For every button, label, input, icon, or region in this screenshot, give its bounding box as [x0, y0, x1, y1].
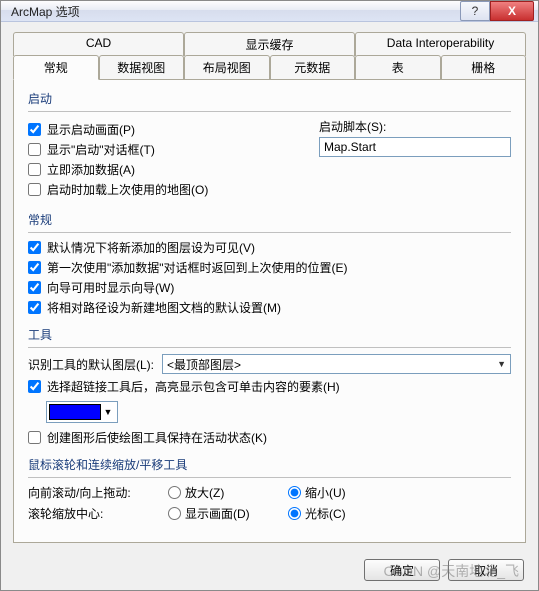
- input-startup-script[interactable]: [319, 137, 511, 157]
- help-icon: ?: [472, 4, 479, 18]
- tab-data-view[interactable]: 数据视图: [99, 55, 185, 80]
- lbl-load-last[interactable]: 启动时加载上次使用的地图(O): [47, 181, 208, 198]
- group-wheel: 鼠标滚轮和连续缩放/平移工具 向前滚动/向上拖动: 放大(Z) 缩小(U) 滚轮…: [28, 456, 511, 522]
- lbl-startup-script: 启动脚本(S):: [319, 118, 511, 135]
- group-general: 常规 默认情况下将新添加的图层设为可见(V) 第一次使用"添加数据"对话框时返回…: [28, 211, 511, 316]
- combo-identify-layer[interactable]: <最顶部图层> ▼: [162, 354, 511, 374]
- radio-center-display[interactable]: [168, 507, 181, 520]
- lbl-center-cursor[interactable]: 光标(C): [305, 505, 346, 522]
- tab-tables[interactable]: 表: [355, 55, 441, 80]
- lbl-scroll-forward: 向前滚动/向上拖动:: [28, 484, 158, 501]
- group-title-general: 常规: [28, 211, 511, 228]
- tab-layout-view[interactable]: 布局视图: [184, 55, 270, 80]
- radio-zoom-out[interactable]: [288, 486, 301, 499]
- lbl-hyperlink[interactable]: 选择超链接工具后，高亮显示包含可单击内容的要素(H): [47, 378, 340, 395]
- window-title: ArcMap 选项: [11, 3, 460, 20]
- lbl-add-data[interactable]: 立即添加数据(A): [47, 161, 135, 178]
- separator: [28, 232, 511, 233]
- chk-show-wizards[interactable]: [28, 281, 41, 294]
- tab-raster[interactable]: 栅格: [441, 55, 527, 80]
- group-tools: 工具 识别工具的默认图层(L): <最顶部图层> ▼ 选择超链接工具后，高亮显示…: [28, 326, 511, 446]
- lbl-zoom-in[interactable]: 放大(Z): [185, 484, 224, 501]
- combo-color[interactable]: ▼: [46, 401, 118, 423]
- chk-add-data[interactable]: [28, 163, 41, 176]
- tab-strip: CAD 显示缓存 Data Interoperability 常规 数据视图 布…: [13, 32, 526, 80]
- chk-return-last-location[interactable]: [28, 261, 41, 274]
- tab-general[interactable]: 常规: [13, 55, 99, 80]
- tab-metadata[interactable]: 元数据: [270, 55, 356, 80]
- chk-new-layers-visible[interactable]: [28, 241, 41, 254]
- chk-load-last[interactable]: [28, 183, 41, 196]
- chk-show-dialog[interactable]: [28, 143, 41, 156]
- group-title-startup: 启动: [28, 90, 511, 107]
- tab-row-top: CAD 显示缓存 Data Interoperability: [13, 32, 526, 56]
- cancel-button[interactable]: 取消: [448, 559, 524, 581]
- color-swatch: [49, 404, 101, 420]
- separator: [28, 111, 511, 112]
- help-button[interactable]: ?: [460, 1, 490, 21]
- lbl-keep-tool-active[interactable]: 创建图形后使绘图工具保持在活动状态(K): [47, 429, 267, 446]
- lbl-relative-paths[interactable]: 将相对路径设为新建地图文档的默认设置(M): [47, 299, 281, 316]
- group-title-wheel: 鼠标滚轮和连续缩放/平移工具: [28, 456, 511, 473]
- group-startup: 启动 显示启动画面(P) 显示"启动"对话框(T) 立即添加数据(A) 启动时加…: [28, 90, 511, 201]
- content-area: CAD 显示缓存 Data Interoperability 常规 数据视图 布…: [1, 22, 538, 551]
- button-bar: 确定 取消: [1, 551, 538, 591]
- chk-hyperlink[interactable]: [28, 380, 41, 393]
- close-icon: X: [508, 4, 516, 18]
- lbl-show-wizards[interactable]: 向导可用时显示向导(W): [47, 279, 174, 296]
- close-button[interactable]: X: [490, 1, 534, 21]
- tab-data-interop[interactable]: Data Interoperability: [355, 32, 526, 56]
- tab-display-cache[interactable]: 显示缓存: [184, 32, 355, 56]
- chk-keep-tool-active[interactable]: [28, 431, 41, 444]
- dialog-window: ArcMap 选项 ? X CAD 显示缓存 Data Interoperabi…: [0, 0, 539, 591]
- radio-zoom-in[interactable]: [168, 486, 181, 499]
- lbl-wheel-center: 滚轮缩放中心:: [28, 505, 158, 522]
- chk-show-splash[interactable]: [28, 123, 41, 136]
- radio-center-cursor[interactable]: [288, 507, 301, 520]
- chk-relative-paths[interactable]: [28, 301, 41, 314]
- lbl-show-splash[interactable]: 显示启动画面(P): [47, 121, 135, 138]
- group-title-tools: 工具: [28, 326, 511, 343]
- chevron-down-icon: ▼: [497, 359, 506, 369]
- tab-cad[interactable]: CAD: [13, 32, 184, 56]
- lbl-center-display[interactable]: 显示画面(D): [185, 505, 250, 522]
- lbl-identify-layer: 识别工具的默认图层(L):: [28, 356, 154, 373]
- separator: [28, 477, 511, 478]
- lbl-show-dialog[interactable]: 显示"启动"对话框(T): [47, 141, 155, 158]
- titlebar-buttons: ? X: [460, 1, 534, 21]
- chevron-down-icon: ▼: [101, 407, 115, 417]
- tab-row-bottom: 常规 数据视图 布局视图 元数据 表 栅格: [13, 56, 526, 80]
- separator: [28, 347, 511, 348]
- lbl-new-layers-visible[interactable]: 默认情况下将新添加的图层设为可见(V): [47, 239, 255, 256]
- titlebar: ArcMap 选项 ? X: [1, 1, 538, 22]
- ok-button[interactable]: 确定: [364, 559, 440, 581]
- lbl-return-last-location[interactable]: 第一次使用"添加数据"对话框时返回到上次使用的位置(E): [47, 259, 348, 276]
- lbl-zoom-out[interactable]: 缩小(U): [305, 484, 346, 501]
- tab-panel-general: 启动 显示启动画面(P) 显示"启动"对话框(T) 立即添加数据(A) 启动时加…: [13, 80, 526, 543]
- combo-identify-value: <最顶部图层>: [167, 356, 241, 373]
